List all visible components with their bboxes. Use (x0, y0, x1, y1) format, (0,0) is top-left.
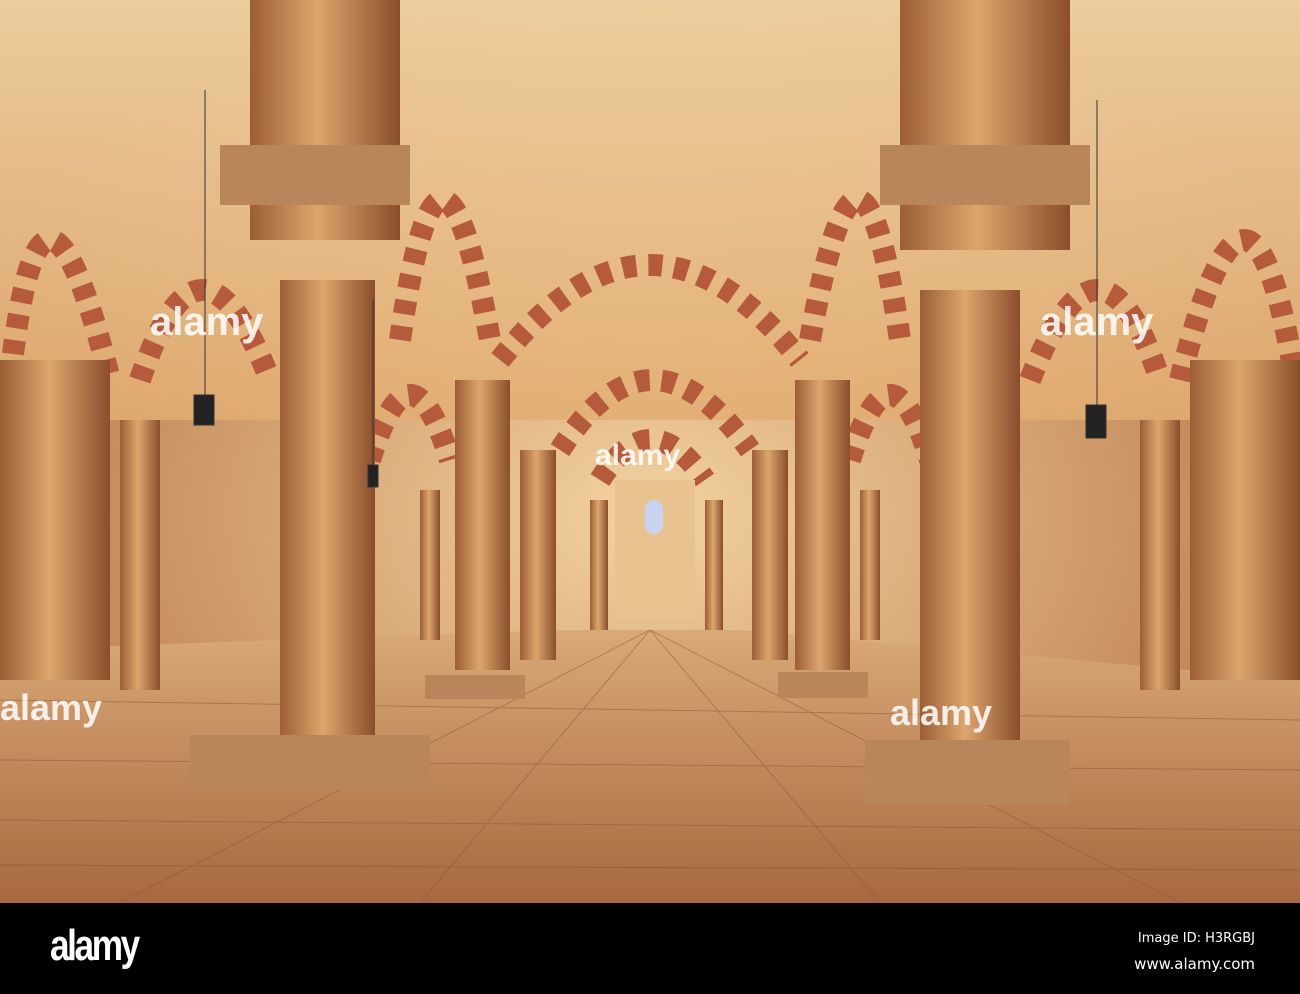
lamp (367, 464, 379, 488)
crypt-photo: alamy alamy alamy alamy alamy (0, 0, 1300, 903)
watermark: alamy (890, 692, 992, 733)
lamp (193, 394, 215, 426)
window (645, 500, 663, 534)
image-id: Image ID: H3RGBJ (1137, 931, 1255, 946)
watermark: alamy (150, 300, 264, 344)
watermark: alamy (0, 687, 102, 728)
watermark: alamy (595, 439, 680, 472)
footer-bar: alamy Image ID: H3RGBJ www.alamy.com (0, 903, 1300, 994)
website-link[interactable]: www.alamy.com (1134, 955, 1255, 973)
watermark: alamy (1040, 300, 1154, 344)
lamp (1085, 404, 1107, 439)
alamy-logo[interactable]: alamy (50, 921, 140, 971)
